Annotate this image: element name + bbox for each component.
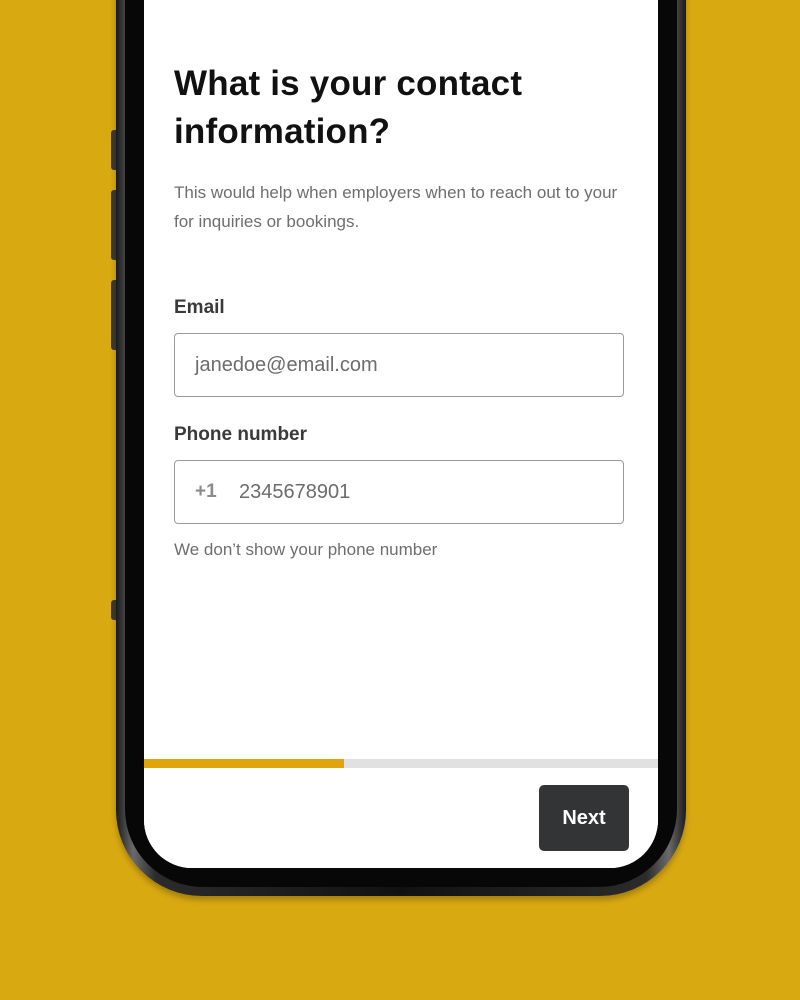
email-placeholder: janedoe@email.com [195, 353, 378, 376]
footer: Next [144, 768, 658, 868]
email-field[interactable]: janedoe@email.com [174, 333, 624, 397]
page-title: What is your contact information? [174, 64, 523, 151]
contact-form: What is your contact information? This w… [174, 60, 626, 560]
backdrop: What is your contact information? This w… [0, 0, 800, 1000]
phone-screen: What is your contact information? This w… [144, 0, 658, 868]
email-label: Email [174, 297, 225, 318]
country-code[interactable]: +1 [195, 481, 239, 503]
page-subtitle: This would help when employers when to r… [174, 183, 618, 231]
phone-hint: We don’t show your phone number [174, 540, 438, 559]
next-button[interactable]: Next [539, 785, 629, 851]
phone-placeholder: 2345678901 [239, 480, 351, 503]
phone-label: Phone number [174, 424, 308, 445]
phone-field[interactable]: +1 2345678901 [174, 460, 624, 524]
progress-fill [144, 759, 345, 768]
progress-bar [144, 759, 658, 768]
